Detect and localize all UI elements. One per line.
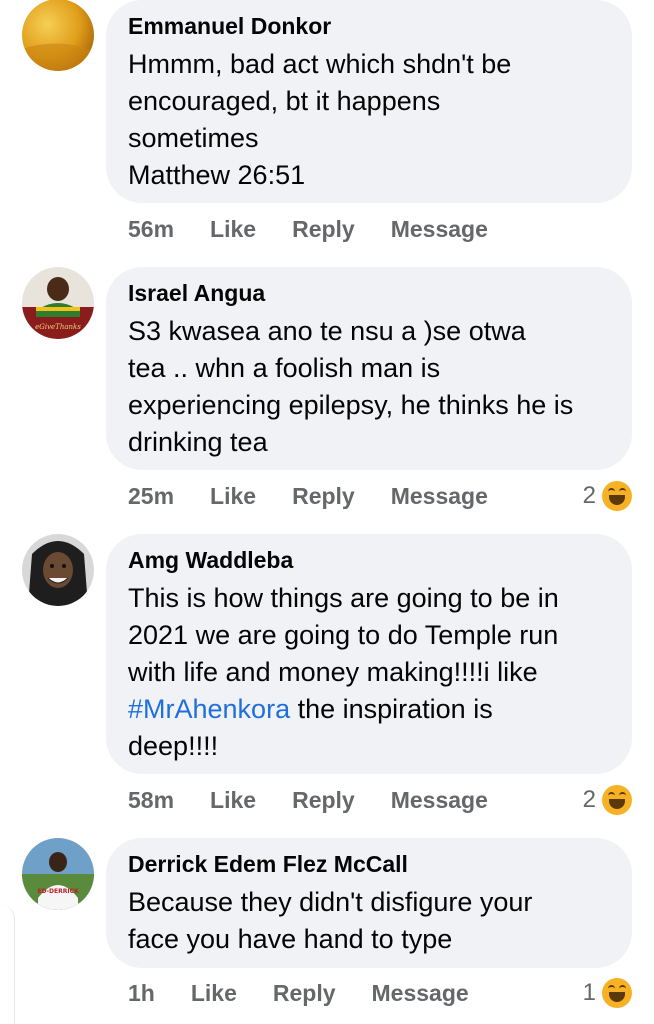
comment-text: Because they didn't disfigure your face …	[128, 887, 533, 954]
comment-bubble: Emmanuel Donkor Hmmm, bad act which shdn…	[106, 0, 632, 203]
reaction-summary[interactable]: 1	[583, 973, 632, 1013]
message-button[interactable]: Message	[391, 216, 488, 243]
comment-actions: 58m Like Reply Message	[128, 780, 524, 820]
haha-emoji-icon	[602, 978, 632, 1008]
comment-timestamp[interactable]: 1h	[128, 980, 155, 1007]
like-button[interactable]: Like	[191, 980, 237, 1007]
comment-author[interactable]: Amg Waddleba	[128, 546, 610, 574]
reaction-count: 2	[582, 482, 596, 509]
comment-author[interactable]: Israel Angua	[128, 279, 610, 307]
haha-emoji-icon	[602, 481, 632, 511]
comment-bubble: Derrick Edem Flez McCall Because they di…	[106, 838, 632, 968]
reaction-count: 2	[582, 786, 596, 813]
avatar[interactable]	[22, 0, 94, 71]
avatar[interactable]	[22, 534, 94, 606]
reply-button[interactable]: Reply	[273, 980, 336, 1007]
message-button[interactable]: Message	[391, 787, 488, 814]
reaction-count: 1	[582, 979, 596, 1006]
avatar[interactable]: eGiveThanks	[22, 267, 94, 339]
like-button[interactable]: Like	[210, 216, 256, 243]
comment-timestamp[interactable]: 56m	[128, 216, 174, 243]
comment-timestamp[interactable]: 25m	[128, 483, 174, 510]
comment-text: Hmmm, bad act which shdn't be encouraged…	[128, 49, 512, 190]
like-button[interactable]: Like	[210, 483, 256, 510]
comment-text: This is how things are going to be in 20…	[128, 580, 610, 765]
comment-text: S3 kwasea ano te nsu a )se otwa tea .. w…	[128, 316, 574, 457]
comment-author[interactable]: Derrick Edem Flez McCall	[128, 850, 610, 878]
comment-text-part: This is how things are going to be in 20…	[128, 583, 559, 687]
reaction-summary[interactable]: 2	[583, 780, 632, 820]
comment-actions: 1h Like Reply Message	[128, 973, 505, 1013]
reply-button[interactable]: Reply	[292, 787, 355, 814]
comment-bubble: Israel Angua S3 kwasea ano te nsu a )se …	[106, 267, 632, 470]
panel-edge	[0, 905, 15, 1024]
like-button[interactable]: Like	[210, 787, 256, 814]
reaction-summary[interactable]: 2	[583, 476, 632, 516]
haha-emoji-icon	[602, 785, 632, 815]
avatar[interactable]: ED-DERRICK	[22, 838, 94, 910]
reply-button[interactable]: Reply	[292, 483, 355, 510]
comment-actions: 25m Like Reply Message	[128, 476, 524, 516]
message-button[interactable]: Message	[391, 483, 488, 510]
comment-timestamp[interactable]: 58m	[128, 787, 174, 814]
comment-author[interactable]: Emmanuel Donkor	[128, 12, 610, 40]
comment-actions: 56m Like Reply Message	[128, 209, 524, 249]
comment-bubble: Amg Waddleba This is how things are goin…	[106, 534, 632, 774]
avatar-caption: ED-DERRICK	[37, 888, 79, 895]
hashtag-link[interactable]: #MrAhenkora	[128, 694, 290, 724]
reply-button[interactable]: Reply	[292, 216, 355, 243]
avatar-caption: eGiveThanks	[35, 323, 81, 331]
message-button[interactable]: Message	[372, 980, 469, 1007]
